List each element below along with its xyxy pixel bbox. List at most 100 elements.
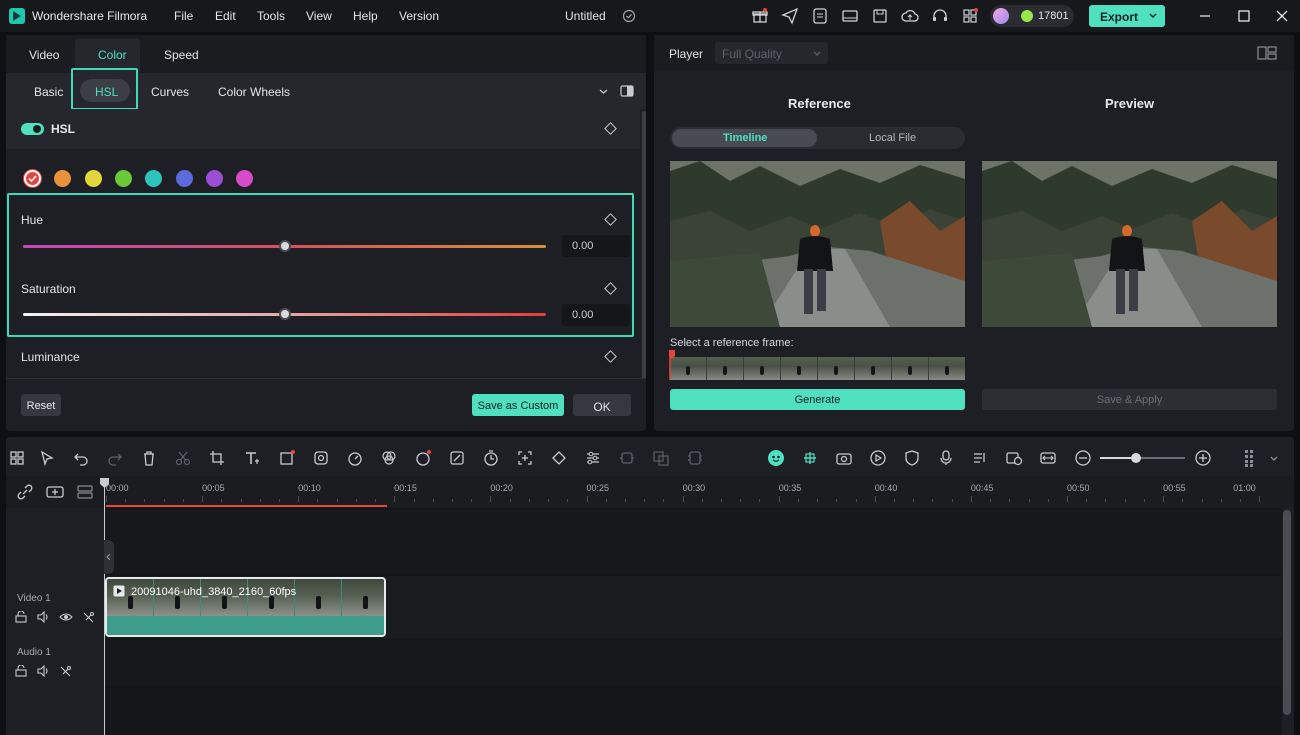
crop-icon[interactable] xyxy=(208,449,226,467)
playback-icon[interactable] xyxy=(869,449,887,467)
cut-icon[interactable] xyxy=(174,449,192,467)
tab-color[interactable]: Color xyxy=(98,48,127,62)
track-volume-icon[interactable] xyxy=(37,611,50,623)
hsl-toggle[interactable] xyxy=(21,123,44,135)
media-insert-icon[interactable] xyxy=(1005,449,1023,467)
swatch-red-selected[interactable] xyxy=(24,170,41,187)
reference-frame-thumb[interactable] xyxy=(929,357,965,380)
save-and-apply-button[interactable]: Save & Apply xyxy=(982,389,1277,410)
menu-help[interactable]: Help xyxy=(353,9,378,23)
reference-frame-thumb[interactable] xyxy=(818,357,854,380)
ok-button[interactable]: OK xyxy=(573,394,631,416)
menu-file[interactable]: File xyxy=(174,9,193,23)
frame-marker-icon[interactable] xyxy=(669,350,675,380)
color-match-icon[interactable] xyxy=(380,449,398,467)
reset-button[interactable]: Reset xyxy=(21,394,61,416)
menu-version[interactable]: Version xyxy=(399,9,439,23)
color-swatch[interactable] xyxy=(175,170,193,187)
delete-icon[interactable] xyxy=(140,449,158,467)
minimize-icon[interactable] xyxy=(1196,7,1214,25)
color-swatch[interactable] xyxy=(236,170,254,187)
layout-grid-icon[interactable] xyxy=(1257,46,1277,60)
panel-scrollbar[interactable] xyxy=(642,111,646,381)
ref-tab-local-file[interactable]: Local File xyxy=(869,132,916,144)
headset-icon[interactable] xyxy=(931,7,949,25)
compare-view-icon[interactable] xyxy=(620,85,634,97)
stabilize-icon[interactable] xyxy=(618,449,636,467)
voiceover-list-icon[interactable] xyxy=(971,449,989,467)
generate-button[interactable]: Generate xyxy=(670,389,965,410)
adjust-icon[interactable] xyxy=(584,449,602,467)
track-visibility-icon[interactable] xyxy=(59,611,73,623)
saturation-value-input[interactable]: 0.00 xyxy=(562,304,630,326)
ref-tab-timeline[interactable]: Timeline xyxy=(672,129,817,147)
ai-smart-cutout-icon[interactable] xyxy=(767,449,785,467)
save-icon[interactable] xyxy=(871,7,889,25)
reference-frame-thumb[interactable] xyxy=(781,357,817,380)
notes-icon[interactable] xyxy=(811,7,829,25)
sub-tab-color-wheels[interactable]: Color Wheels xyxy=(218,85,290,99)
saturation-slider-thumb[interactable] xyxy=(278,308,291,320)
replace-icon[interactable] xyxy=(686,449,704,467)
menu-tools[interactable]: Tools xyxy=(257,9,285,23)
tab-speed[interactable]: Speed xyxy=(164,48,199,62)
reference-frame-thumb[interactable] xyxy=(892,357,928,380)
chevron-down-icon[interactable] xyxy=(1270,455,1278,463)
track-manager-icon[interactable] xyxy=(76,483,94,501)
reference-frame-thumb[interactable] xyxy=(670,357,706,380)
timer-icon[interactable] xyxy=(482,449,500,467)
credits-pill[interactable]: 17801 xyxy=(990,5,1074,27)
export-button[interactable]: Export xyxy=(1089,5,1165,27)
transform-icon[interactable] xyxy=(550,449,568,467)
monitor-icon[interactable] xyxy=(841,7,859,25)
track-lock-icon[interactable] xyxy=(15,611,27,623)
reference-frame-thumb[interactable] xyxy=(707,357,743,380)
redo-icon[interactable] xyxy=(106,449,124,467)
maximize-icon[interactable] xyxy=(1235,7,1253,25)
sub-tab-basic[interactable]: Basic xyxy=(34,85,63,99)
apps-grid-icon[interactable] xyxy=(961,7,979,25)
effect-icon[interactable] xyxy=(448,449,466,467)
color-swatch[interactable] xyxy=(84,170,102,187)
select-pointer-icon[interactable] xyxy=(38,449,56,467)
reference-frame-thumb[interactable] xyxy=(855,357,891,380)
zoom-in-icon[interactable] xyxy=(1194,449,1212,467)
keyframe-icon[interactable] xyxy=(516,449,534,467)
reference-frame-thumb[interactable] xyxy=(744,357,780,380)
mask-icon[interactable] xyxy=(278,449,296,467)
link-icon[interactable] xyxy=(16,483,34,501)
shield-icon[interactable] xyxy=(903,449,921,467)
snap-icon[interactable] xyxy=(801,449,819,467)
color-swatch[interactable] xyxy=(114,170,132,187)
split-audio-icon[interactable] xyxy=(1039,449,1057,467)
sub-tab-curves[interactable]: Curves xyxy=(151,85,189,99)
timeline-scrollbar[interactable] xyxy=(1283,510,1291,715)
menu-view[interactable]: View xyxy=(306,9,332,23)
close-icon[interactable] xyxy=(1273,7,1291,25)
quality-select[interactable]: Full Quality xyxy=(715,42,828,64)
collapse-tab[interactable] xyxy=(104,540,114,574)
reference-frame-strip[interactable] xyxy=(670,357,965,380)
speed-icon[interactable] xyxy=(312,449,330,467)
text-icon[interactable] xyxy=(243,449,261,467)
send-icon[interactable] xyxy=(781,7,799,25)
gift-icon[interactable] xyxy=(751,7,769,25)
color-swatch[interactable] xyxy=(205,170,223,187)
zoom-slider-thumb[interactable] xyxy=(1131,453,1141,463)
translate-icon[interactable] xyxy=(652,449,670,467)
audio-mute-effect-icon[interactable] xyxy=(59,665,72,677)
hue-slider-thumb[interactable] xyxy=(278,240,291,252)
undo-icon[interactable] xyxy=(72,449,90,467)
add-track-icon[interactable] xyxy=(45,483,65,501)
hue-value-input[interactable]: 0.00 xyxy=(562,235,630,257)
menu-edit[interactable]: Edit xyxy=(215,9,236,23)
audio-volume-icon[interactable] xyxy=(37,665,50,677)
save-as-custom-button[interactable]: Save as Custom xyxy=(472,394,564,416)
ai-icon[interactable] xyxy=(414,449,432,467)
microphone-icon[interactable] xyxy=(937,449,955,467)
layout-icon[interactable] xyxy=(8,449,26,467)
zoom-out-icon[interactable] xyxy=(1074,449,1092,467)
audio-sync-icon[interactable] xyxy=(346,449,364,467)
record-screen-icon[interactable] xyxy=(835,449,853,467)
chevron-down-icon[interactable] xyxy=(599,87,608,96)
